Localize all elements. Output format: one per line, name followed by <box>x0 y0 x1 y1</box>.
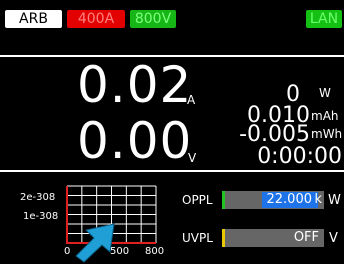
current-range-badge[interactable]: 400A <box>67 10 125 28</box>
uvpl-marker <box>222 229 225 247</box>
capacity-unit: mAh <box>311 109 339 123</box>
x-tick-label: 0 <box>64 246 71 257</box>
divider-bottom <box>0 170 344 172</box>
uvpl-field[interactable]: OFF <box>222 229 324 247</box>
uvpl-value[interactable]: OFF <box>294 229 319 247</box>
elapsed-time: 0:00:00 <box>257 144 342 169</box>
mode-badge[interactable]: ARB <box>5 10 62 28</box>
oppl-unit: W <box>328 193 341 208</box>
uvpl-label: UVPL <box>182 231 213 245</box>
oppl-field[interactable]: 22.000 k <box>222 191 324 209</box>
arrow-pointer-icon <box>75 223 115 263</box>
x-tick-label: 800 <box>145 246 165 257</box>
oppl-marker <box>222 191 225 209</box>
oppl-unit-prefix: k <box>314 192 322 207</box>
energy-unit: mWh <box>311 127 343 141</box>
energy-reading: -0.005 <box>239 122 310 147</box>
power-unit: W <box>319 86 331 100</box>
current-unit: A <box>187 93 196 107</box>
oppl-label: OPPL <box>182 193 213 207</box>
trend-graph[interactable]: 2e-308 1e-308 0 500 800 <box>0 183 170 263</box>
voltage-range-badge[interactable]: 800V <box>130 10 176 28</box>
lan-status-badge: LAN <box>306 10 342 28</box>
voltage-reading: 0.00 <box>77 112 193 170</box>
oppl-value[interactable]: 22.000 <box>267 191 313 209</box>
voltage-unit: V <box>188 151 197 165</box>
uvpl-unit: V <box>329 231 338 246</box>
current-reading: 0.02 <box>77 56 193 114</box>
